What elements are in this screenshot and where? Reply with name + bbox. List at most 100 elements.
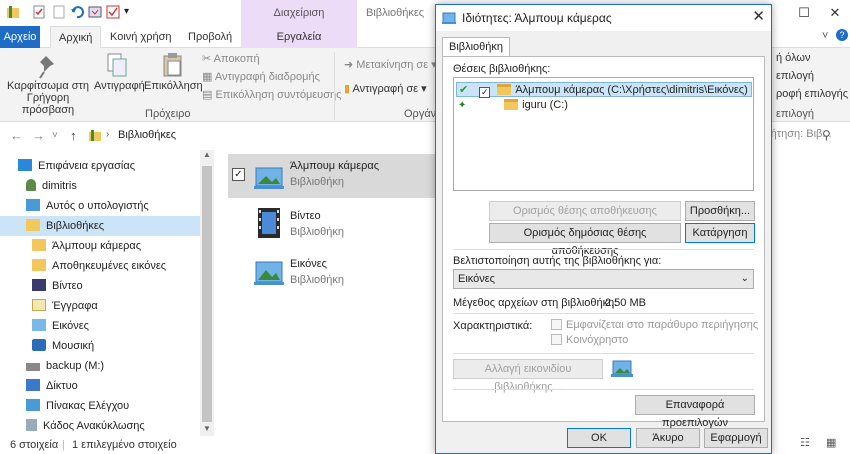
nav-item-backup-drive[interactable]: backup (M:) bbox=[26, 356, 104, 376]
paste-shortcut-button[interactable]: ▤ Επικόλληση συντόμευσης bbox=[202, 88, 341, 101]
change-library-icon-button[interactable]: Αλλαγή εικονιδίου βιβλιοθήκης... bbox=[453, 359, 603, 393]
checkbox[interactable] bbox=[551, 334, 562, 345]
copy-path-button[interactable]: ▦ Αντιγραφή διαδρομής bbox=[202, 70, 320, 83]
checkbox-icon[interactable] bbox=[106, 5, 120, 19]
nav-item-this-pc[interactable]: Αυτός ο υπολογιστής bbox=[26, 196, 149, 216]
list-item[interactable]: ✦ iguru (C:) bbox=[456, 98, 568, 113]
scroll-down-icon[interactable]: ▼ bbox=[203, 424, 211, 433]
tab-file[interactable]: Αρχείο bbox=[0, 26, 40, 48]
organize-group-label: Οργάν bbox=[404, 108, 437, 120]
library-locations-list[interactable]: ✔ ✓ Άλμπουμ κάμερας (C:\Χρήστες\dimitris… bbox=[453, 77, 754, 191]
item-checkbox[interactable]: ✓ bbox=[232, 168, 245, 181]
properties-dialog: Ιδιότητες: Άλμπουμ κάμερας ✕ Βιβλιοθήκη … bbox=[435, 4, 772, 454]
folder-icon bbox=[497, 84, 512, 95]
nav-item-libraries[interactable]: Βιβλιοθήκες bbox=[0, 216, 200, 236]
tiles-view-icon[interactable]: ▦ bbox=[826, 436, 836, 449]
copy-to-button[interactable]: ▮ Αντιγραφή σε ▾ bbox=[344, 82, 427, 95]
video-icon bbox=[32, 279, 46, 291]
nav-item-desktop[interactable]: Επιφάνεια εργασίας bbox=[18, 156, 135, 176]
locations-label: Θέσεις βιβλιοθήκης: bbox=[453, 63, 551, 75]
recent-locations-icon[interactable]: ˅ bbox=[52, 130, 58, 141]
save-location-checkbox[interactable]: ✓ bbox=[479, 87, 491, 98]
scroll-up-icon[interactable]: ▲ bbox=[203, 150, 211, 159]
nav-item-saved-pictures[interactable]: Αποθηκευμένες εικόνες bbox=[32, 256, 166, 276]
nav-item-videos[interactable]: Βίντεο bbox=[32, 276, 83, 296]
network-icon bbox=[26, 379, 40, 391]
close-button[interactable]: ✕ bbox=[812, 0, 850, 26]
undo-icon[interactable] bbox=[70, 5, 84, 19]
paste-icon bbox=[162, 52, 184, 78]
nav-label: Βιβλιοθήκες bbox=[46, 220, 105, 232]
cut-label: Αποκοπή bbox=[213, 53, 260, 65]
remove-location-button[interactable]: Κατάργηση bbox=[685, 223, 755, 243]
divider bbox=[453, 249, 754, 250]
dialog-close-button[interactable]: ✕ bbox=[752, 7, 765, 25]
nav-label: Πίνακας Ελέγχου bbox=[46, 400, 130, 412]
set-save-location-button[interactable]: Ορισμός θέσης αποθήκευσης bbox=[489, 201, 681, 221]
navigation-pane: Επιφάνεια εργασίας dimitris Αυτός ο υπολ… bbox=[0, 148, 214, 436]
cancel-button[interactable]: Άκυρο bbox=[636, 428, 700, 448]
list-item[interactable]: ✔ ✓ Άλμπουμ κάμερας (C:\Χρήστες\dimitris… bbox=[456, 82, 752, 98]
customize-qat-icon[interactable]: ▾ bbox=[124, 6, 138, 20]
set-public-save-location-button[interactable]: Ορισμός δημόσιας θέσης αποθήκευσης bbox=[489, 223, 681, 257]
forward-icon[interactable]: → bbox=[32, 128, 45, 143]
item-name: Εικόνες bbox=[290, 258, 327, 270]
nav-scrollbar-thumb[interactable] bbox=[202, 166, 212, 422]
nav-item-network[interactable]: Δίκτυο bbox=[26, 376, 78, 396]
optimize-select[interactable]: Εικόνες ⌄ bbox=[453, 269, 754, 289]
nav-item-music[interactable]: Μουσική bbox=[32, 336, 94, 356]
help-icon[interactable]: ? bbox=[836, 29, 848, 41]
restore-defaults-button[interactable]: Επαναφορά προεπιλογών bbox=[635, 395, 755, 429]
tab-home[interactable]: Αρχική bbox=[50, 26, 102, 48]
pictures-icon bbox=[32, 319, 46, 331]
divider bbox=[453, 313, 754, 314]
tab-library[interactable]: Βιβλιοθήκη bbox=[442, 37, 511, 57]
move-to-label: Μετακίνηση σε bbox=[356, 59, 429, 71]
nav-item-recycle-bin[interactable]: Κάδος Ανακύκλωσης bbox=[26, 416, 145, 436]
copy-button[interactable]: Αντιγραφή bbox=[94, 80, 145, 92]
nav-label: dimitris bbox=[42, 180, 77, 192]
libraries-icon[interactable] bbox=[6, 5, 20, 19]
breadcrumb[interactable]: Βιβλιοθήκες bbox=[118, 129, 176, 141]
properties-icon[interactable] bbox=[32, 5, 46, 19]
paste-button[interactable]: Επικόλληση bbox=[144, 80, 203, 92]
back-icon[interactable]: ← bbox=[10, 128, 23, 143]
nav-item-pictures[interactable]: Εικόνες bbox=[32, 316, 89, 336]
paste-shortcut-label: Επικόλληση συντόμευσης bbox=[215, 89, 342, 101]
details-view-icon[interactable]: ☷ bbox=[800, 436, 810, 449]
checkbox[interactable] bbox=[551, 319, 562, 330]
optimize-value: Εικόνες bbox=[458, 273, 495, 285]
select-all-button[interactable]: ή όλων bbox=[776, 52, 811, 64]
apply-button[interactable]: Εφαρμογή bbox=[704, 428, 768, 448]
video-icon bbox=[258, 208, 280, 241]
shown-in-nav-checkbox[interactable]: Εμφανίζεται στο παράθυρο περιήγησης bbox=[551, 319, 758, 331]
tab-share[interactable]: Κοινή χρήση bbox=[102, 26, 180, 48]
add-location-button[interactable]: Προσθήκη... bbox=[685, 201, 755, 221]
nav-item-control-panel[interactable]: Πίνακας Ελέγχου bbox=[26, 396, 129, 416]
public-save-icon: ✦ bbox=[458, 100, 467, 111]
library-item-videos[interactable]: Βίντεο Βιβλιοθήκη bbox=[228, 204, 435, 248]
music-icon bbox=[32, 339, 46, 351]
nav-item-camera-roll[interactable]: Άλμπουμ κάμερας bbox=[32, 236, 141, 256]
cut-button[interactable]: ✂ Αποκοπή bbox=[202, 52, 260, 65]
library-item-camera-roll[interactable]: ✓ Άλμπουμ κάμερας Βιβλιοθήκη bbox=[228, 154, 435, 198]
tab-view[interactable]: Προβολή bbox=[180, 26, 240, 48]
expand-ribbon-icon[interactable]: ˅ bbox=[822, 30, 828, 42]
library-item-pictures[interactable]: Εικόνες Βιβλιοθήκη bbox=[228, 252, 435, 296]
shared-checkbox[interactable]: Κοινόχρηστο bbox=[551, 334, 628, 346]
ok-button[interactable]: OK bbox=[567, 428, 631, 448]
up-icon[interactable]: ↑ bbox=[70, 128, 77, 143]
nav-label: Επιφάνεια εργασίας bbox=[38, 160, 136, 172]
nav-item-user[interactable]: dimitris bbox=[26, 176, 77, 196]
invert-selection-button[interactable]: ροφή επιλογής bbox=[776, 88, 848, 100]
select-none-button[interactable]: επιλογή bbox=[776, 70, 814, 82]
pin-quick-access-button[interactable]: Καρφίτσωμα στη Γρήγορη πρόσβαση bbox=[2, 80, 94, 116]
control-panel-icon bbox=[26, 399, 40, 411]
user-icon bbox=[26, 179, 36, 191]
nav-item-documents[interactable]: Έγγραφα bbox=[32, 296, 98, 316]
rename-icon[interactable] bbox=[88, 5, 102, 19]
move-to-button[interactable]: ➜ Μετακίνηση σε ▾ bbox=[344, 58, 437, 71]
libraries-icon bbox=[88, 129, 102, 145]
new-folder-icon[interactable] bbox=[52, 5, 66, 19]
tab-library-tools[interactable]: Εργαλεία βιβλιοθήκης bbox=[241, 26, 357, 65]
